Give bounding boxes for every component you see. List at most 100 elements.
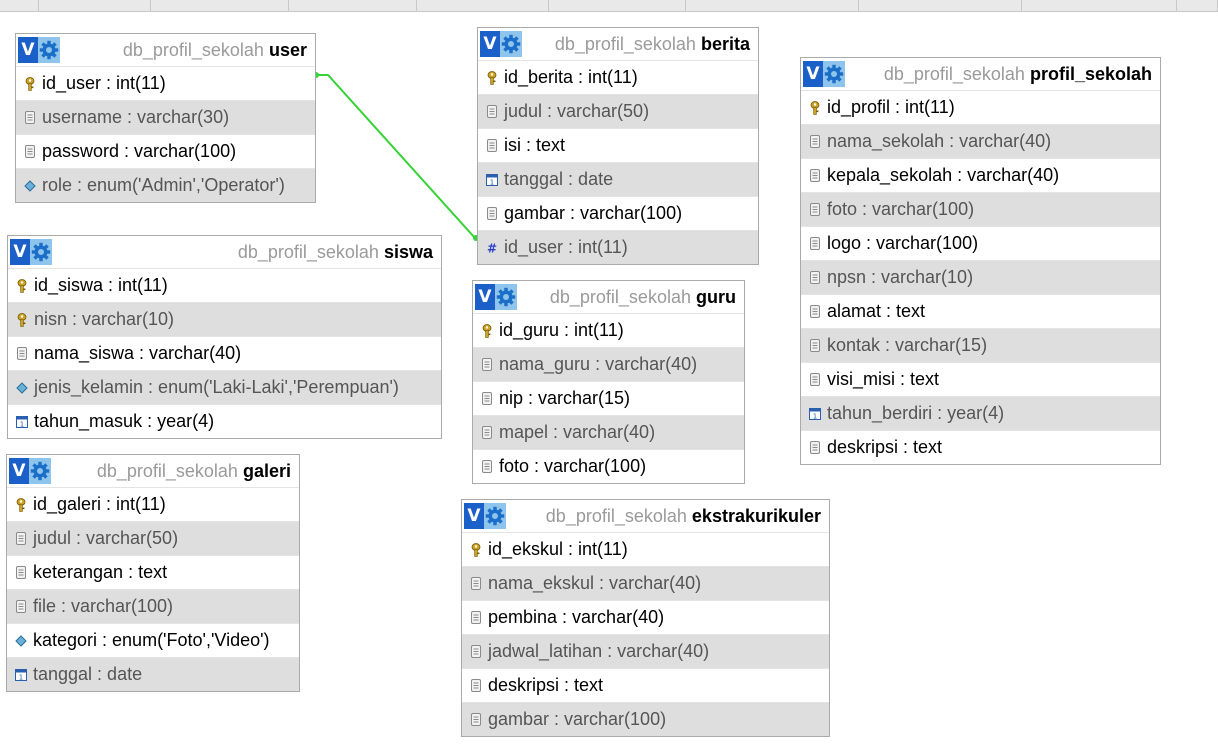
toggle-columns-button[interactable]: V	[18, 37, 38, 63]
table-options-button[interactable]	[30, 239, 52, 265]
column-row[interactable]: id_ekskul : int(11)	[462, 532, 829, 566]
column-row[interactable]: id_user : int(11)	[16, 66, 315, 100]
column-definition: judul : varchar(50)	[504, 101, 650, 121]
column-row[interactable]: kontak : varchar(15)	[801, 328, 1160, 362]
column-row[interactable]: visi_misi : text	[801, 362, 1160, 396]
column-row[interactable]: id_guru : int(11)	[473, 313, 744, 347]
column-definition: id_user : int(11)	[504, 237, 628, 257]
column-row[interactable]: 1 tahun_berdiri : year(4)	[801, 396, 1160, 430]
table-options-button[interactable]	[500, 31, 522, 57]
column-row[interactable]: file : varchar(100)	[7, 589, 299, 623]
table-title[interactable]: db_profil_sekolah guru	[517, 287, 744, 308]
column-row[interactable]: 1 tanggal : date	[478, 162, 758, 196]
column-row[interactable]: kepala_sekolah : varchar(40)	[801, 158, 1160, 192]
gear-icon	[501, 34, 521, 54]
table-options-button[interactable]	[495, 284, 517, 310]
column-row[interactable]: password : varchar(100)	[16, 134, 315, 168]
column-row[interactable]: 1 tahun_masuk : year(4)	[8, 404, 441, 438]
top-tab[interactable]	[1022, 0, 1178, 11]
column-row[interactable]: jadwal_latihan : varchar(40)	[462, 634, 829, 668]
table-guru[interactable]: Vdb_profil_sekolah guru id_guru : int(11)…	[472, 280, 745, 484]
column-row[interactable]: 1 tanggal : date	[7, 657, 299, 691]
table-title[interactable]: db_profil_sekolah siswa	[52, 242, 441, 263]
column-row[interactable]: foto : varchar(100)	[473, 449, 744, 483]
column-definition: nama_ekskul : varchar(40)	[488, 573, 702, 593]
table-title[interactable]: db_profil_sekolah user	[60, 40, 315, 61]
top-tab[interactable]	[0, 0, 39, 11]
table-galeri[interactable]: Vdb_profil_sekolah galeri id_galeri : int…	[6, 454, 300, 692]
column-row[interactable]: id_galeri : int(11)	[7, 487, 299, 521]
table-options-button[interactable]	[38, 37, 60, 63]
top-tab[interactable]	[39, 0, 152, 11]
top-tab[interactable]	[549, 0, 686, 11]
column-row[interactable]: foto : varchar(100)	[801, 192, 1160, 226]
table-title[interactable]: db_profil_sekolah galeri	[51, 461, 299, 482]
column-row[interactable]: # id_user : int(11)	[478, 230, 758, 264]
table-berita[interactable]: Vdb_profil_sekolah berita id_berita : int…	[477, 27, 759, 265]
table-options-button[interactable]	[484, 503, 506, 529]
column-row[interactable]: gambar : varchar(100)	[462, 702, 829, 736]
column-row[interactable]: judul : varchar(50)	[478, 94, 758, 128]
column-row[interactable]: mapel : varchar(40)	[473, 415, 744, 449]
column-row[interactable]: isi : text	[478, 128, 758, 162]
column-row[interactable]: pembina : varchar(40)	[462, 600, 829, 634]
top-tab[interactable]	[417, 0, 550, 11]
top-tab[interactable]	[859, 0, 1022, 11]
table-options-button[interactable]	[29, 458, 51, 484]
column-row[interactable]: nip : varchar(15)	[473, 381, 744, 415]
table-options-button[interactable]	[823, 61, 845, 87]
column-row[interactable]: username : varchar(30)	[16, 100, 315, 134]
column-row[interactable]: deskripsi : text	[462, 668, 829, 702]
table-profil-sekolah[interactable]: Vdb_profil_sekolah profil_sekolah id_prof…	[800, 57, 1161, 465]
column-icon	[470, 611, 482, 625]
table-ekstrakurikuler[interactable]: Vdb_profil_sekolah ekstrakurikuler id_eks…	[461, 499, 830, 737]
column-row[interactable]: nama_ekskul : varchar(40)	[462, 566, 829, 600]
toggle-columns-button[interactable]: V	[480, 31, 500, 57]
gear-icon	[30, 461, 50, 481]
toggle-columns-button[interactable]: V	[803, 61, 823, 87]
column-row[interactable]: nisn : varchar(10)	[8, 302, 441, 336]
column-icon	[486, 105, 498, 119]
date-icon: 1	[15, 668, 27, 682]
top-tab[interactable]	[289, 0, 417, 11]
table-siswa[interactable]: Vdb_profil_sekolah siswa id_siswa : int(1…	[7, 235, 442, 439]
toggle-columns-button[interactable]: V	[475, 284, 495, 310]
svg-text:1: 1	[813, 412, 817, 420]
column-row[interactable]: nama_siswa : varchar(40)	[8, 336, 441, 370]
column-row[interactable]: deskripsi : text	[801, 430, 1160, 464]
top-tab[interactable]	[1177, 0, 1218, 11]
primary-key-icon	[470, 542, 482, 557]
column-row[interactable]: jenis_kelamin : enum('Laki-Laki','Peremp…	[8, 370, 441, 404]
column-row[interactable]: logo : varchar(100)	[801, 226, 1160, 260]
column-row[interactable]: role : enum('Admin','Operator')	[16, 168, 315, 202]
top-tab[interactable]	[686, 0, 859, 11]
column-icon	[481, 426, 493, 440]
table-title[interactable]: db_profil_sekolah profil_sekolah	[845, 64, 1160, 85]
gear-icon	[824, 64, 844, 84]
table-title[interactable]: db_profil_sekolah ekstrakurikuler	[506, 506, 829, 527]
column-icon	[486, 207, 498, 221]
toggle-columns-button[interactable]: V	[10, 239, 30, 265]
column-row[interactable]: judul : varchar(50)	[7, 521, 299, 555]
column-row[interactable]: id_profil : int(11)	[801, 90, 1160, 124]
toggle-columns-button[interactable]: V	[464, 503, 484, 529]
column-row[interactable]: gambar : varchar(100)	[478, 196, 758, 230]
column-row[interactable]: keterangan : text	[7, 555, 299, 589]
top-tab[interactable]	[151, 0, 289, 11]
column-row[interactable]: nama_guru : varchar(40)	[473, 347, 744, 381]
primary-key-icon	[809, 100, 821, 115]
column-row[interactable]: id_berita : int(11)	[478, 60, 758, 94]
toggle-columns-button[interactable]: V	[9, 458, 29, 484]
gear-icon	[39, 40, 59, 60]
primary-key-icon	[16, 312, 28, 327]
column-row[interactable]: alamat : text	[801, 294, 1160, 328]
table-header: Vdb_profil_sekolah siswa	[8, 236, 441, 268]
column-icon	[16, 347, 28, 361]
column-row[interactable]: kategori : enum('Foto','Video')	[7, 623, 299, 657]
table-title[interactable]: db_profil_sekolah berita	[522, 34, 758, 55]
column-row[interactable]: id_siswa : int(11)	[8, 268, 441, 302]
column-row[interactable]: nama_sekolah : varchar(40)	[801, 124, 1160, 158]
table-user[interactable]: Vdb_profil_sekolah user id_user : int(11)…	[15, 33, 316, 203]
column-row[interactable]: npsn : varchar(10)	[801, 260, 1160, 294]
table-header: Vdb_profil_sekolah berita	[478, 28, 758, 60]
